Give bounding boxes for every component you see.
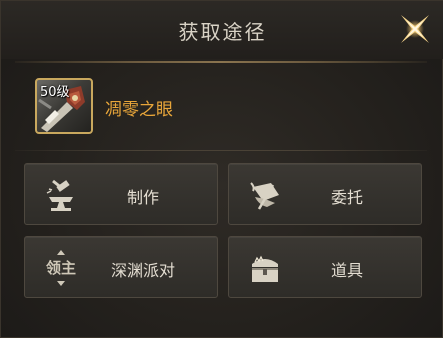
item-name: 凋零之眼 [105,100,173,120]
commission-label: 委托 [330,188,363,207]
close-icon[interactable] [395,9,435,49]
treasure-chest-icon [245,248,285,288]
section-divider [15,150,427,151]
anvil-hammer-icon [41,175,81,215]
abyss-party-button[interactable]: 领主 深渊派对 [24,236,218,298]
acquisition-dialog: 获取途径 50级 凋零之眼 制作 委托 领主 深渊派对 道具 [0,0,443,338]
dialog-title: 获取途径 [178,20,267,44]
commission-button[interactable]: 委托 [228,163,422,225]
items-button[interactable]: 道具 [228,236,422,298]
title-divider [15,61,427,63]
dialog-titlebar: 获取途径 [1,1,443,59]
scroll-quill-icon [245,175,285,215]
item-level-badge: 50级 [40,85,70,100]
craft-button[interactable]: 制作 [24,163,218,225]
lord-icon: 领主 [41,248,81,288]
item-slot[interactable]: 50级 [35,78,93,134]
lord-icon-text: 领主 [45,259,76,277]
craft-label: 制作 [126,188,159,207]
items-label: 道具 [330,261,363,280]
abyss-party-label: 深渊派对 [110,261,175,280]
